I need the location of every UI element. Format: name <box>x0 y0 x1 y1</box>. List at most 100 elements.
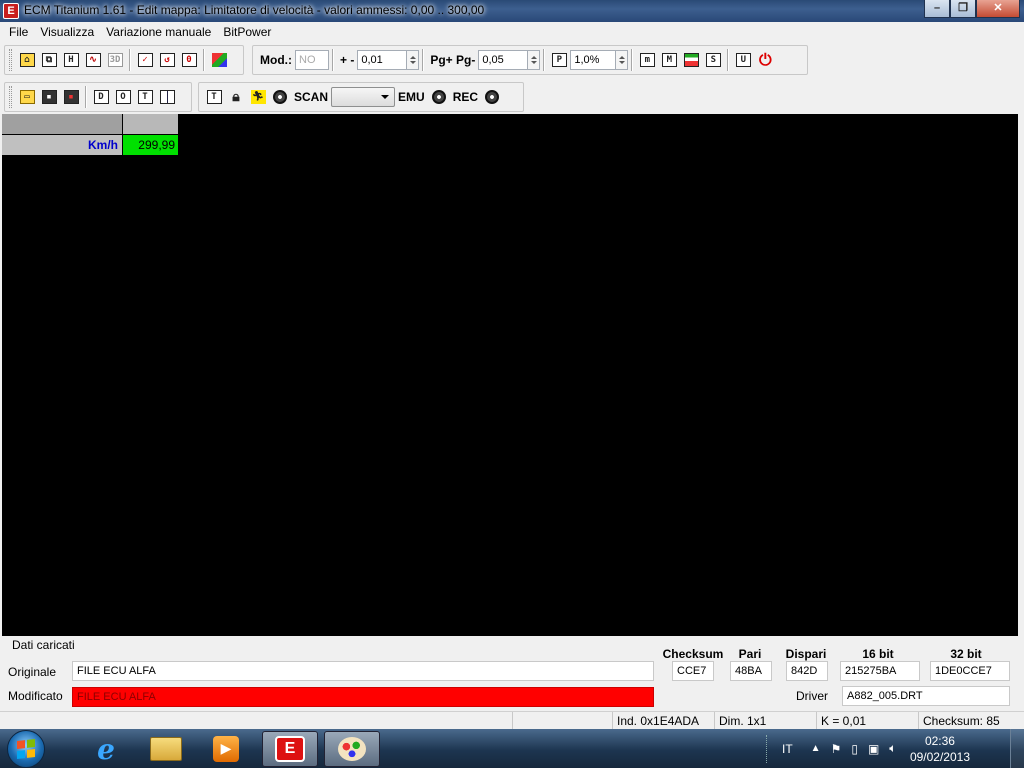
toolbar-maps: ⌂ ⧉ H ∿ 3D ✓ ↺ 0 <box>4 45 244 75</box>
dispari-value[interactable]: 842D <box>786 661 828 681</box>
show-hidden-icons-icon[interactable]: ▲ <box>811 743 821 754</box>
minimize-icon[interactable]: – <box>924 0 950 18</box>
action-center-flag-icon[interactable]: ⚑ <box>831 742 842 756</box>
toolbar-separator <box>85 86 87 108</box>
graph-3d-icon[interactable]: 3D <box>105 50 125 70</box>
menu-variazione-manuale[interactable]: Variazione manuale <box>100 25 217 39</box>
s-icon[interactable]: S <box>703 50 723 70</box>
menu-visualizza[interactable]: Visualizza <box>34 25 100 39</box>
lock-icon[interactable]: 🔒︎ <box>226 87 246 107</box>
driver-field[interactable]: A882_005.DRT <box>842 686 1010 706</box>
menu-bitpower[interactable]: BitPower <box>217 25 277 39</box>
map-row-header[interactable]: Km/h <box>2 135 122 155</box>
bit32-value[interactable]: 1DE0CCE7 <box>930 661 1010 681</box>
t-tool-icon[interactable]: T <box>204 87 224 107</box>
save-as-icon[interactable]: ▪ <box>61 87 81 107</box>
t-icon[interactable]: T <box>135 87 155 107</box>
menu-bar: File Visualizza Variazione manuale BitPo… <box>0 22 1024 42</box>
restore-icon[interactable]: ❐ <box>950 0 976 18</box>
ecm-app-icon[interactable]: E <box>3 3 19 19</box>
internet-explorer-icon[interactable]: e <box>78 731 134 767</box>
home-icon[interactable]: ⌂ <box>17 50 37 70</box>
u-icon[interactable]: U <box>733 50 753 70</box>
pg-spinner[interactable] <box>528 50 541 70</box>
hex-view-icon[interactable]: H <box>61 50 81 70</box>
map-vertical-scrollbar[interactable] <box>1018 114 1024 636</box>
ecm-titanium-icon[interactable]: E <box>262 731 318 767</box>
menu-file[interactable]: File <box>3 25 34 39</box>
m-icon[interactable]: M <box>659 50 679 70</box>
map-corner-header <box>2 114 122 134</box>
toolbar-separator <box>129 49 131 71</box>
close-icon[interactable]: ✕ <box>976 0 1020 18</box>
status-empty <box>512 712 612 730</box>
title-bar[interactable]: E ECM Titanium 1.61 - Edit mappa: Limita… <box>0 0 1024 22</box>
checksum-header: Checksum <box>662 647 724 661</box>
plusminus-spinner[interactable] <box>407 50 420 70</box>
save-icon[interactable]: ▪ <box>39 87 59 107</box>
percent-input[interactable]: 1,0% <box>570 50 617 70</box>
plusminus-step-input[interactable]: 0,01 <box>357 50 408 70</box>
map-editor-grid[interactable]: Km/h 299,99 <box>2 114 1018 636</box>
toolbar-grip[interactable] <box>9 86 12 108</box>
toolbar-edit: Mod.: NO + - 0,01 Pg+ Pg- 0,05 P 1,0% m … <box>252 45 808 75</box>
pg-step-input[interactable]: 0,05 <box>478 50 529 70</box>
loaded-data-panel: Dati caricati Checksum Pari Dispari 16 b… <box>0 637 1024 711</box>
run-icon[interactable]: 🏃︎ <box>248 87 268 107</box>
volume-icon[interactable]: 🔈︎ <box>889 741 896 756</box>
panel-title: Dati caricati <box>12 638 75 652</box>
checksum-value[interactable]: CCE7 <box>672 661 714 681</box>
rec-record-icon[interactable] <box>482 87 502 107</box>
toolbar-file: ▭ ▪ ▪ D O T <box>4 82 192 112</box>
compare-icon[interactable] <box>209 50 229 70</box>
bit32-header: 32 bit <box>950 647 982 661</box>
percent-spinner[interactable] <box>616 50 629 70</box>
language-indicator[interactable]: IT <box>782 742 793 756</box>
power-icon[interactable]: ⏻ <box>755 50 775 70</box>
toolbar-separator <box>422 49 425 71</box>
file-explorer-icon[interactable] <box>138 731 194 767</box>
system-clock[interactable]: 02:36 09/02/2013 <box>910 733 970 765</box>
modified-file-field[interactable]: FILE ECU ALFA <box>72 687 654 707</box>
bit16-value[interactable]: 215275BA <box>840 661 920 681</box>
start-button[interactable] <box>7 730 45 768</box>
columns-icon[interactable] <box>157 87 177 107</box>
map-cell[interactable]: 299,99 <box>123 135 178 155</box>
toolbar-scan: T 🔒︎ 🏃︎ SCAN EMU REC <box>198 82 524 112</box>
media-player-icon[interactable]: ▶ <box>198 731 254 767</box>
emu-record-icon[interactable] <box>429 87 449 107</box>
pari-value[interactable]: 48BA <box>730 661 772 681</box>
graph-2d-icon[interactable]: ∿ <box>83 50 103 70</box>
table-icon[interactable] <box>681 50 701 70</box>
toolbar-separator <box>631 49 634 71</box>
m-small-icon[interactable]: m <box>637 50 657 70</box>
status-checksum: Checksum: 85 <box>918 712 1024 730</box>
windows-taskbar: e ▶ E IT ▲ ⚑ ▯ ▣ 🔈︎ 02:36 09/02/2013 <box>0 729 1024 768</box>
toolbar-separator <box>203 49 205 71</box>
mod-field[interactable]: NO <box>295 50 329 70</box>
show-desktop-button[interactable] <box>1010 729 1024 768</box>
d-icon[interactable]: D <box>91 87 111 107</box>
copy-maps-icon[interactable]: ⧉ <box>39 50 59 70</box>
toolbar-grip[interactable] <box>9 49 12 71</box>
window-controls: – ❐ ✕ <box>924 0 1020 18</box>
modified-label: Modificato <box>8 689 63 703</box>
windows-logo-icon <box>17 739 35 759</box>
map-column-header[interactable] <box>123 114 178 134</box>
bit16-header: 16 bit <box>862 647 894 661</box>
zero-icon[interactable]: 0 <box>179 50 199 70</box>
o-icon[interactable]: O <box>113 87 133 107</box>
open-folder-icon[interactable]: ▭ <box>17 87 37 107</box>
network-icon[interactable]: ▣ <box>868 742 879 756</box>
toolbar-separator <box>543 49 546 71</box>
battery-icon[interactable]: ▯ <box>851 742 858 756</box>
original-file-field[interactable]: FILE ECU ALFA <box>72 661 654 681</box>
window-title: ECM Titanium 1.61 - Edit mappa: Limitato… <box>24 3 485 17</box>
dispari-header: Dispari <box>785 647 827 661</box>
p-icon[interactable]: P <box>549 50 569 70</box>
undo-icon[interactable]: ↺ <box>157 50 177 70</box>
scan-select[interactable] <box>331 87 396 107</box>
check-icon[interactable]: ✓ <box>135 50 155 70</box>
scan-record-icon[interactable] <box>270 87 290 107</box>
paint-icon[interactable] <box>324 731 380 767</box>
